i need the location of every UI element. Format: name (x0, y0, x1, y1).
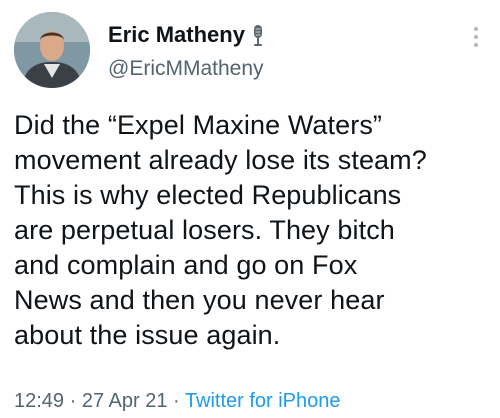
tweet-date[interactable]: 27 Apr 21 (82, 390, 168, 412)
author-handle[interactable]: @EricMMatheny (108, 56, 264, 82)
author-display-name[interactable]: Eric Matheny (108, 22, 245, 48)
tweet-source-link[interactable]: Twitter for iPhone (185, 390, 341, 412)
more-vertical-icon-dot (474, 35, 478, 39)
more-vertical-icon (474, 27, 478, 31)
tweet-text: Did the “Expel Maxine Waters” movement a… (14, 110, 427, 350)
meta-separator: · (167, 390, 185, 412)
tweet-card: Eric Matheny @EricMMatheny Did the “Expe… (0, 0, 500, 418)
tweet-time[interactable]: 12:49 (14, 390, 64, 412)
avatar[interactable] (14, 12, 90, 88)
avatar-photo (14, 12, 90, 88)
meta-separator: · (64, 390, 82, 412)
more-options-button[interactable] (464, 22, 488, 52)
author-name-row[interactable]: Eric Matheny (108, 22, 265, 48)
more-vertical-icon-dot (474, 43, 478, 47)
tweet-meta: 12:49 · 27 Apr 21 · Twitter for iPhone (14, 388, 341, 414)
microphone-icon (251, 23, 265, 47)
